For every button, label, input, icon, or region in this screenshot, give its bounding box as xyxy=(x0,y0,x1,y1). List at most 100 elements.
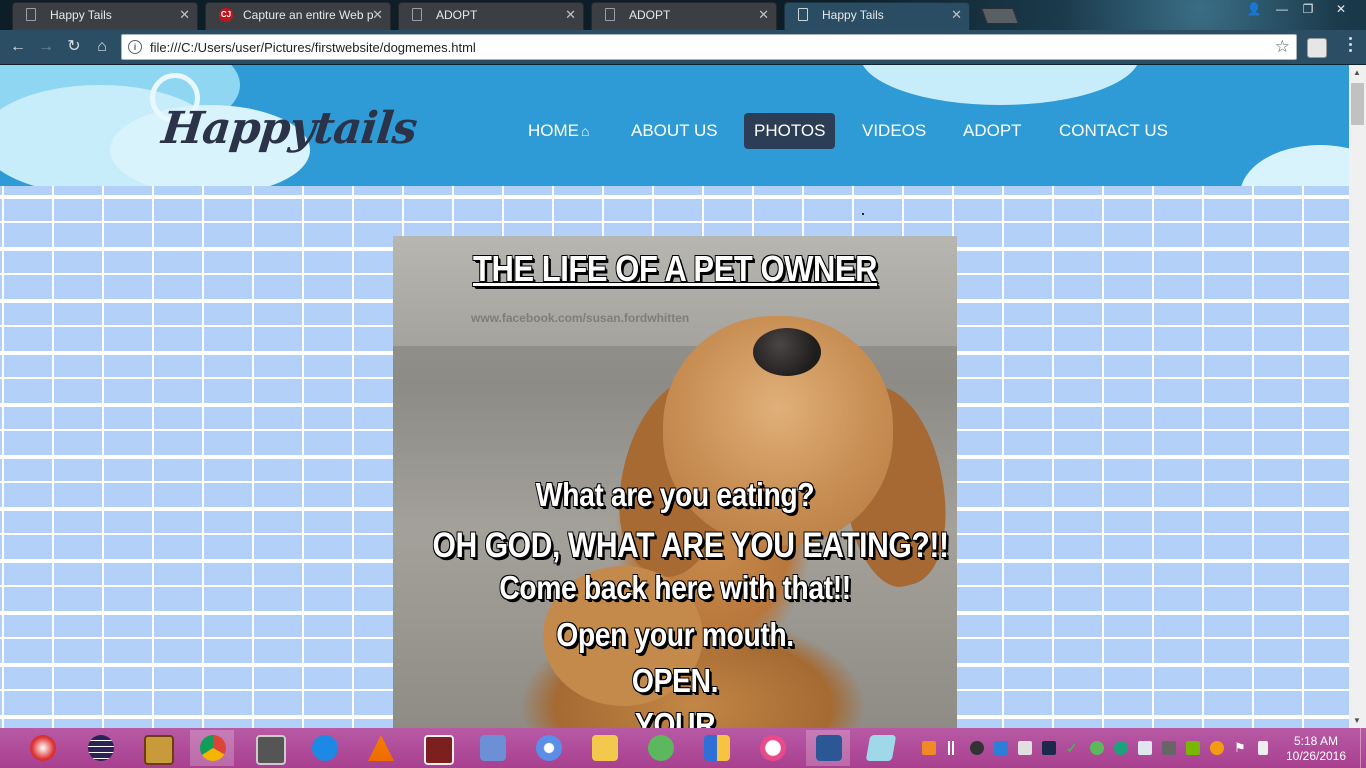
chrome-icon xyxy=(200,735,226,761)
taskbar-app-vlc[interactable] xyxy=(358,730,402,766)
clock-time: 5:18 AM xyxy=(1293,734,1339,748)
tray-icon[interactable] xyxy=(1018,741,1032,755)
cloud-decoration xyxy=(1240,145,1349,186)
taskbar-app-word[interactable] xyxy=(806,730,850,766)
taskbar-app-chrome[interactable] xyxy=(190,730,234,766)
tray-icon[interactable] xyxy=(922,741,936,755)
utorrent-icon xyxy=(648,735,674,761)
tab-capture-web[interactable]: CJ Capture an entire Web p ✕ xyxy=(199,0,397,30)
menu-icon[interactable] xyxy=(1348,37,1354,55)
vertical-scrollbar[interactable]: ▲ ▼ xyxy=(1349,65,1366,728)
taskbar-app-chromium[interactable] xyxy=(526,730,570,766)
tab-title: Happy Tails xyxy=(50,8,112,22)
show-desktop-button[interactable] xyxy=(1360,728,1366,768)
taskbar-app-dosbox[interactable] xyxy=(134,730,178,766)
url-text[interactable]: file:///C:/Users/user/Pictures/firstwebs… xyxy=(150,40,476,55)
meme-line: Open your mouth. xyxy=(556,616,794,653)
tray-icon[interactable] xyxy=(1138,741,1152,755)
close-tab-icon[interactable]: ✕ xyxy=(565,7,576,23)
nav-adopt[interactable]: ADOPT xyxy=(953,113,1032,149)
house-icon: ⌂ xyxy=(581,123,590,139)
minimize-button[interactable]: — xyxy=(1268,0,1296,20)
user-profile-icon[interactable]: 👤 xyxy=(1240,0,1268,20)
home-icon[interactable]: ⌂ xyxy=(91,36,113,58)
meme-line: OH GOD, WHAT ARE YOU EATING?!! xyxy=(432,526,949,565)
taskbar-app-itunes[interactable] xyxy=(750,730,794,766)
tray-icon[interactable] xyxy=(1042,741,1056,755)
tray-icon[interactable] xyxy=(994,741,1008,755)
taskbar-app-snipping[interactable] xyxy=(20,730,64,766)
extension-icon[interactable] xyxy=(1307,38,1327,58)
stray-dot xyxy=(862,213,864,215)
meme-line: OPEN. xyxy=(631,662,719,699)
taskbar-app-ie[interactable] xyxy=(302,730,346,766)
taskbar-clock[interactable]: 5:18 AM 10/26/2016 xyxy=(1284,734,1348,764)
network-icon[interactable] xyxy=(1162,741,1176,755)
battery-icon[interactable] xyxy=(1258,741,1268,755)
word-icon xyxy=(816,735,842,761)
tab-adopt-2[interactable]: ADOPT ✕ xyxy=(585,0,783,30)
chromium-icon xyxy=(536,735,562,761)
nav-contact-us[interactable]: CONTACT US xyxy=(1049,113,1178,149)
close-window-button[interactable]: ✕ xyxy=(1326,0,1356,20)
nav-videos[interactable]: VIDEOS xyxy=(852,113,936,149)
nav-about-us[interactable]: ABOUT US xyxy=(621,113,728,149)
taskbar-app-explorer[interactable] xyxy=(582,730,626,766)
command-prompt-icon xyxy=(256,735,286,765)
taskbar-app-cmd[interactable] xyxy=(246,730,290,766)
utorrent-tray-icon[interactable] xyxy=(1090,741,1104,755)
shield-icon xyxy=(704,735,730,761)
close-tab-icon[interactable]: ✕ xyxy=(951,7,962,23)
signal-icon[interactable] xyxy=(946,741,960,755)
snipping-tool-icon xyxy=(30,735,56,761)
close-tab-icon[interactable]: ✕ xyxy=(179,7,190,23)
scroll-down-icon[interactable]: ▼ xyxy=(1353,716,1361,725)
reload-icon[interactable]: ↻ xyxy=(63,36,85,58)
tab-happy-tails-active[interactable]: Happy Tails ✕ xyxy=(778,0,976,30)
meme-line: What are you eating? xyxy=(535,476,815,513)
taskbar-app-notes[interactable] xyxy=(858,730,902,766)
clock-date: 10/26/2016 xyxy=(1285,749,1347,763)
windows-taskbar: ✓ ⚑ 5:18 AM 10/26/2016 xyxy=(0,728,1366,768)
meme-watermark: www.facebook.com/susan.fordwhitten xyxy=(471,311,690,325)
winrar-icon xyxy=(424,735,454,765)
editor-icon xyxy=(480,735,506,761)
tab-adopt-1[interactable]: ADOPT ✕ xyxy=(392,0,590,30)
taskbar-app-security[interactable] xyxy=(694,730,738,766)
flag-icon[interactable]: ⚑ xyxy=(1234,741,1248,755)
tab-happy-tails-1[interactable]: Happy Tails ✕ xyxy=(6,0,204,30)
scroll-up-icon[interactable]: ▲ xyxy=(1353,68,1361,77)
address-bar[interactable]: i file:///C:/Users/user/Pictures/firstwe… xyxy=(121,34,1297,60)
taskbar-app-winrar[interactable] xyxy=(414,730,458,766)
bookmark-star-icon[interactable]: ☆ xyxy=(1275,37,1290,57)
back-icon[interactable]: ← xyxy=(7,36,29,58)
close-tab-icon[interactable]: ✕ xyxy=(372,7,383,23)
tab-title: Happy Tails xyxy=(822,8,884,22)
forward-icon[interactable]: → xyxy=(35,36,57,58)
scrollbar-thumb[interactable] xyxy=(1351,83,1364,125)
new-tab-button[interactable] xyxy=(981,8,1019,24)
meme-title: THE LIFE OF A PET OWNER xyxy=(472,248,878,289)
itunes-icon xyxy=(760,735,786,761)
internet-explorer-icon xyxy=(312,735,338,761)
cj-icon: CJ xyxy=(219,8,233,22)
meme-line: Come back here with that!! xyxy=(499,569,851,606)
site-logo[interactable]: Happytails xyxy=(159,103,419,154)
maximize-button[interactable]: ❐ xyxy=(1294,0,1322,20)
taskbar-app-eclipse[interactable] xyxy=(78,730,122,766)
nvidia-icon[interactable] xyxy=(1186,741,1200,755)
tray-icon[interactable] xyxy=(1114,741,1128,755)
page-viewport: Happytails HOME ⌂ ABOUT US PHOTOS VIDEOS … xyxy=(0,65,1349,728)
nav-photos[interactable]: PHOTOS xyxy=(744,113,836,149)
tab-strip: Happy Tails ✕ CJ Capture an entire Web p… xyxy=(0,0,1366,30)
nav-home[interactable]: HOME ⌂ xyxy=(518,113,599,149)
tab-title: ADOPT xyxy=(629,8,671,22)
tray-icon[interactable] xyxy=(970,741,984,755)
taskbar-app-utorrent[interactable] xyxy=(638,730,682,766)
info-icon[interactable]: i xyxy=(128,40,142,54)
close-tab-icon[interactable]: ✕ xyxy=(758,7,769,23)
dosbox-icon xyxy=(144,735,174,765)
clock-tray-icon[interactable] xyxy=(1210,741,1224,755)
check-icon[interactable]: ✓ xyxy=(1066,741,1080,755)
taskbar-app-editor[interactable] xyxy=(470,730,514,766)
